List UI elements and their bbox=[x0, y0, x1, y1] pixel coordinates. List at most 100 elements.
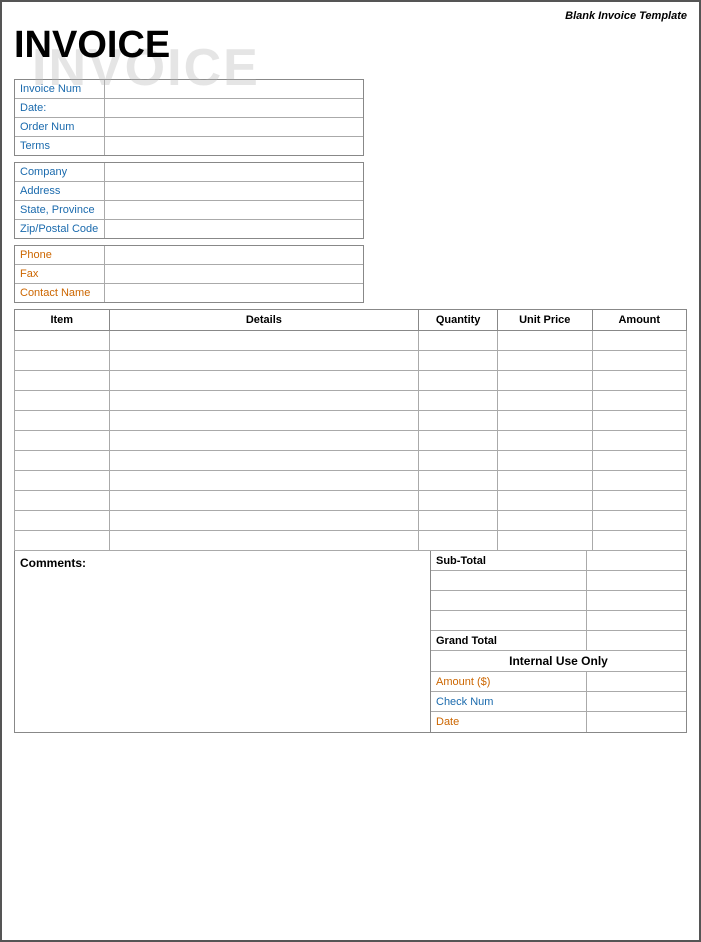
amount-cell[interactable] bbox=[592, 531, 687, 551]
phone-label: Phone bbox=[15, 246, 105, 264]
item-cell[interactable] bbox=[15, 431, 110, 451]
subtotal-row: Sub-Total bbox=[431, 551, 686, 571]
terms-input[interactable] bbox=[105, 137, 363, 155]
unitprice-cell[interactable] bbox=[498, 531, 593, 551]
qty-cell[interactable] bbox=[419, 471, 498, 491]
details-cell[interactable] bbox=[109, 351, 419, 371]
subtotal-input[interactable] bbox=[586, 551, 686, 570]
details-cell[interactable] bbox=[109, 391, 419, 411]
item-cell[interactable] bbox=[15, 511, 110, 531]
qty-cell[interactable] bbox=[419, 331, 498, 351]
item-cell[interactable] bbox=[15, 391, 110, 411]
order-num-input[interactable] bbox=[105, 118, 363, 136]
comments-label: Comments: bbox=[20, 556, 425, 570]
qty-cell[interactable] bbox=[419, 391, 498, 411]
amount-input[interactable] bbox=[586, 672, 686, 691]
internal-date-label: Date bbox=[431, 712, 586, 732]
fax-label: Fax bbox=[15, 265, 105, 283]
amount-cell[interactable] bbox=[592, 331, 687, 351]
company-label: Company bbox=[15, 163, 105, 181]
qty-cell[interactable] bbox=[419, 511, 498, 531]
qty-cell[interactable] bbox=[419, 411, 498, 431]
order-num-row: Order Num bbox=[15, 118, 363, 137]
totals-empty-row-3 bbox=[431, 611, 686, 631]
item-cell[interactable] bbox=[15, 531, 110, 551]
contact-name-input[interactable] bbox=[105, 284, 363, 302]
phone-input[interactable] bbox=[105, 246, 363, 264]
details-cell[interactable] bbox=[109, 411, 419, 431]
check-num-input[interactable] bbox=[586, 692, 686, 711]
address-label: Address bbox=[15, 182, 105, 200]
bottom-section: Comments: Sub-Total Grand T bbox=[14, 551, 687, 733]
details-cell[interactable] bbox=[109, 491, 419, 511]
col-header-details: Details bbox=[109, 310, 419, 331]
unitprice-cell[interactable] bbox=[498, 511, 593, 531]
grand-total-row: Grand Total bbox=[431, 631, 686, 651]
details-cell[interactable] bbox=[109, 371, 419, 391]
grand-total-label: Grand Total bbox=[431, 631, 586, 650]
details-cell[interactable] bbox=[109, 331, 419, 351]
amount-cell[interactable] bbox=[592, 451, 687, 471]
zip-label: Zip/Postal Code bbox=[15, 220, 105, 238]
zip-input[interactable] bbox=[105, 220, 363, 238]
unitprice-cell[interactable] bbox=[498, 351, 593, 371]
details-cell[interactable] bbox=[109, 511, 419, 531]
unitprice-cell[interactable] bbox=[498, 391, 593, 411]
amount-row: Amount ($) bbox=[431, 672, 686, 692]
check-num-label: Check Num bbox=[431, 692, 586, 711]
state-input[interactable] bbox=[105, 201, 363, 219]
qty-cell[interactable] bbox=[419, 491, 498, 511]
subtotal-label: Sub-Total bbox=[431, 551, 586, 570]
invoice-title: INVOICE bbox=[14, 24, 687, 67]
table-row bbox=[15, 371, 687, 391]
unitprice-cell[interactable] bbox=[498, 431, 593, 451]
totals-empty-row-2 bbox=[431, 591, 686, 611]
unitprice-cell[interactable] bbox=[498, 371, 593, 391]
amount-cell[interactable] bbox=[592, 491, 687, 511]
item-cell[interactable] bbox=[15, 351, 110, 371]
amount-cell[interactable] bbox=[592, 471, 687, 491]
company-input[interactable] bbox=[105, 163, 363, 181]
totals-empty-input-2[interactable] bbox=[586, 591, 686, 610]
date-input[interactable] bbox=[105, 99, 363, 117]
invoice-num-input[interactable] bbox=[105, 80, 363, 98]
grand-total-input[interactable] bbox=[586, 631, 686, 650]
qty-cell[interactable] bbox=[419, 431, 498, 451]
item-cell[interactable] bbox=[15, 491, 110, 511]
amount-cell[interactable] bbox=[592, 431, 687, 451]
unitprice-cell[interactable] bbox=[498, 471, 593, 491]
totals-empty-input-3[interactable] bbox=[586, 611, 686, 630]
qty-cell[interactable] bbox=[419, 371, 498, 391]
unitprice-cell[interactable] bbox=[498, 331, 593, 351]
address-input[interactable] bbox=[105, 182, 363, 200]
fax-input[interactable] bbox=[105, 265, 363, 283]
details-cell[interactable] bbox=[109, 471, 419, 491]
table-row bbox=[15, 451, 687, 471]
qty-cell[interactable] bbox=[419, 451, 498, 471]
qty-cell[interactable] bbox=[419, 351, 498, 371]
item-cell[interactable] bbox=[15, 471, 110, 491]
unitprice-cell[interactable] bbox=[498, 411, 593, 431]
amount-cell[interactable] bbox=[592, 411, 687, 431]
amount-cell[interactable] bbox=[592, 391, 687, 411]
details-cell[interactable] bbox=[109, 531, 419, 551]
internal-date-label-text: Date bbox=[436, 716, 459, 728]
item-cell[interactable] bbox=[15, 451, 110, 471]
amount-cell[interactable] bbox=[592, 511, 687, 531]
internal-date-input[interactable] bbox=[586, 712, 686, 732]
amount-cell[interactable] bbox=[592, 371, 687, 391]
unitprice-cell[interactable] bbox=[498, 491, 593, 511]
totals-empty-input-1[interactable] bbox=[586, 571, 686, 590]
unitprice-cell[interactable] bbox=[498, 451, 593, 471]
amount-cell[interactable] bbox=[592, 351, 687, 371]
details-cell[interactable] bbox=[109, 431, 419, 451]
item-cell[interactable] bbox=[15, 371, 110, 391]
company-section: Company Address State, Province Zip/Post… bbox=[14, 162, 364, 239]
qty-cell[interactable] bbox=[419, 531, 498, 551]
details-cell[interactable] bbox=[109, 451, 419, 471]
item-cell[interactable] bbox=[15, 331, 110, 351]
col-header-item: Item bbox=[15, 310, 110, 331]
item-cell[interactable] bbox=[15, 411, 110, 431]
comments-area[interactable]: Comments: bbox=[15, 551, 431, 732]
contact-name-label: Contact Name bbox=[15, 284, 105, 302]
